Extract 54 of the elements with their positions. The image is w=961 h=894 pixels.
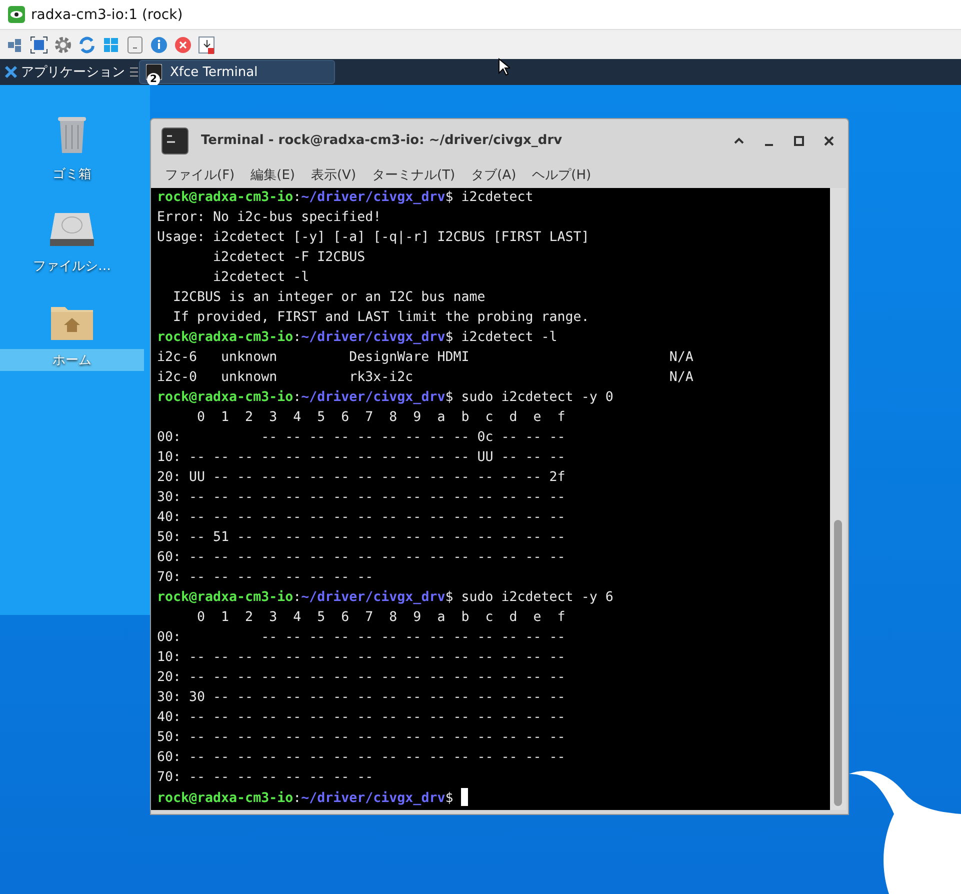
applications-menu[interactable]: アプリケーション	[0, 59, 129, 85]
fullscreen-icon[interactable]	[30, 36, 48, 54]
settings-icon[interactable]	[54, 36, 72, 54]
terminal-icon	[161, 126, 189, 154]
scrollbar[interactable]	[830, 188, 846, 810]
output-line: 60: -- -- -- -- -- -- -- -- -- -- -- -- -- -- -- --	[157, 749, 566, 767]
output-line: 0 1 2 3 4 5 6 7 8 9 a b c d e f	[196, 409, 566, 427]
output-line: 20: UU -- -- -- -- -- -- -- -- -- -- -- -- -- -- 2f	[157, 469, 566, 487]
output-line: 20: -- -- -- -- -- -- -- -- -- -- -- -- -- -- -- --	[157, 669, 566, 687]
output-line: i2c-0 unknown rk3x-i2c N/A	[157, 369, 694, 387]
menu-item[interactable]: タブ(A)	[463, 166, 524, 184]
download-window-icon[interactable]	[198, 36, 216, 54]
output-line: If provided, FIRST and LAST limit the probing range.	[172, 309, 590, 327]
output-line: 50: -- 51 -- -- -- -- -- -- -- -- -- -- -- -- -- --	[157, 529, 566, 547]
output-line: 70: -- -- -- -- -- -- -- --	[157, 569, 374, 587]
window-title: radxa-cm3-io:1 (rock)	[31, 6, 183, 22]
info-icon[interactable]	[150, 36, 168, 54]
window-title: Terminal - rock@radxa-cm3-io: ~/driver/civgx_drv	[201, 133, 564, 148]
prompt-line: rock@radxa-cm3-io:~/driver/civgx_drv$ sudo i2cdetect -y 6	[157, 589, 614, 607]
prompt-line: rock@radxa-cm3-io:~/driver/civgx_drv$ i2cdetect	[157, 189, 534, 207]
refresh-icon[interactable]	[78, 36, 96, 54]
output-line: 10: -- -- -- -- -- -- -- -- -- -- -- -- UU -- -- --	[157, 449, 566, 467]
prompt-line: rock@radxa-cm3-io:~/driver/civgx_drv$	[157, 788, 830, 809]
output-line: 00: -- -- -- -- -- -- -- -- -- 0c -- -- --	[157, 429, 566, 447]
output-line: i2cdetect -F I2CBUS	[212, 249, 366, 267]
key-icon[interactable]	[126, 36, 144, 54]
output-line: I2CBUS is an integer or an I2C bus name	[172, 289, 486, 307]
output-line: 40: -- -- -- -- -- -- -- -- -- -- -- -- -- -- -- --	[157, 509, 566, 527]
menu-item[interactable]: ファイル(F)	[157, 166, 243, 184]
window-grid-icon[interactable]	[102, 36, 120, 54]
output-line: i2c-6 unknown DesignWare HDMI N/A	[157, 349, 694, 367]
output-line: 30: -- -- -- -- -- -- -- -- -- -- -- -- -- -- -- --	[157, 489, 566, 507]
menu-item[interactable]: 表示(V)	[302, 166, 364, 184]
prompt-line: rock@radxa-cm3-io:~/driver/civgx_drv$ sudo i2cdetect -y 0	[157, 389, 614, 407]
hard-drive-icon	[49, 211, 95, 247]
output-line: 10: -- -- -- -- -- -- -- -- -- -- -- -- -- -- -- --	[157, 649, 566, 667]
eye-icon	[8, 6, 25, 23]
menu-item[interactable]: ターミナル(T)	[364, 166, 464, 184]
output-line: 50: -- -- -- -- -- -- -- -- -- -- -- -- -- -- -- --	[157, 729, 566, 747]
output-line: i2cdetect -l	[212, 269, 310, 287]
taskbar-button[interactable]: Xfce Terminal 2	[139, 60, 335, 84]
cross-logo-icon	[4, 65, 18, 79]
output-line: Usage: i2cdetect [-y] [-a] [-q|-r] I2CBUS [FIRST LAST]	[157, 229, 590, 247]
menu-item[interactable]: ヘルプ(H)	[524, 166, 600, 184]
output-line: Error: No i2c-bus specified!	[157, 209, 382, 227]
menu-item[interactable]: 編集(E)	[242, 166, 303, 184]
output-line: 40: -- -- -- -- -- -- -- -- -- -- -- -- -- -- -- --	[157, 709, 566, 727]
prompt-line: rock@radxa-cm3-io:~/driver/civgx_drv$ i2cdetect -l	[157, 329, 558, 347]
pointer-icon	[498, 58, 510, 76]
output-line: 60: -- -- -- -- -- -- -- -- -- -- -- -- -- -- -- --	[157, 549, 566, 567]
output-line: 0 1 2 3 4 5 6 7 8 9 a b c d e f	[196, 609, 566, 627]
output-line: 30: 30 -- -- -- -- -- -- -- -- -- -- -- -- -- -- --	[157, 689, 566, 707]
output-line: 00: -- -- -- -- -- -- -- -- -- -- -- -- --	[157, 629, 566, 647]
output-line: 70: -- -- -- -- -- -- -- --	[157, 769, 374, 787]
